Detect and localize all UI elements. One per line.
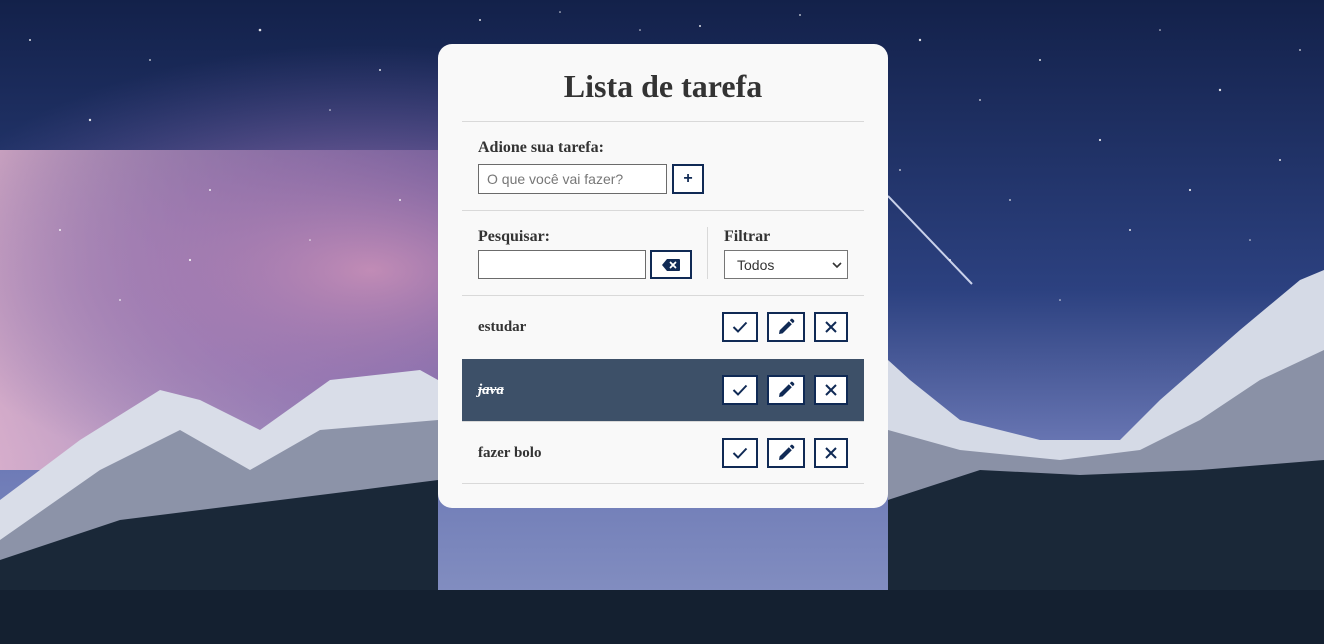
add-task-placeholder: O que você vai fazer? bbox=[487, 171, 624, 187]
pencil-icon bbox=[779, 381, 795, 397]
add-task-button[interactable]: + bbox=[672, 164, 704, 194]
edit-task-button[interactable] bbox=[767, 312, 805, 342]
section-divider bbox=[707, 227, 708, 279]
complete-task-button[interactable] bbox=[722, 312, 758, 342]
task-text: fazer bolo bbox=[478, 445, 542, 461]
filter-select[interactable]: Todos bbox=[724, 250, 848, 279]
close-icon bbox=[825, 447, 837, 459]
remove-task-button[interactable] bbox=[814, 438, 848, 468]
task-text: estudar bbox=[478, 319, 527, 335]
divider bbox=[462, 483, 864, 484]
remove-task-button[interactable] bbox=[814, 312, 848, 342]
check-icon bbox=[732, 321, 748, 333]
clear-search-button[interactable] bbox=[650, 250, 692, 279]
complete-task-button[interactable] bbox=[722, 438, 758, 468]
search-label: Pesquisar: bbox=[478, 228, 550, 245]
filter-label: Filtrar bbox=[724, 228, 771, 245]
backspace-icon bbox=[662, 258, 680, 271]
chevron-down-icon bbox=[832, 262, 842, 269]
close-icon bbox=[825, 384, 837, 396]
pencil-icon bbox=[779, 444, 795, 460]
check-icon bbox=[732, 384, 748, 396]
search-input[interactable] bbox=[478, 250, 646, 279]
add-task-input[interactable]: O que você vai fazer? bbox=[478, 164, 667, 194]
pencil-icon bbox=[779, 318, 795, 334]
task-row: fazer bolo bbox=[462, 422, 864, 484]
divider bbox=[462, 121, 864, 122]
todo-card: Lista de tarefa Adione sua tarefa: O que… bbox=[438, 44, 888, 508]
page-title: Lista de tarefa bbox=[563, 68, 763, 104]
task-row: estudar bbox=[462, 296, 864, 358]
divider bbox=[462, 210, 864, 211]
task-text: java bbox=[478, 382, 504, 398]
task-row-done: java bbox=[462, 359, 864, 421]
complete-task-button[interactable] bbox=[722, 375, 758, 405]
check-icon bbox=[732, 447, 748, 459]
filter-selected: Todos bbox=[737, 256, 775, 273]
add-task-label: Adione sua tarefa: bbox=[478, 139, 604, 156]
remove-task-button[interactable] bbox=[814, 375, 848, 405]
edit-task-button[interactable] bbox=[767, 375, 805, 405]
edit-task-button[interactable] bbox=[767, 438, 805, 468]
close-icon bbox=[825, 321, 837, 333]
